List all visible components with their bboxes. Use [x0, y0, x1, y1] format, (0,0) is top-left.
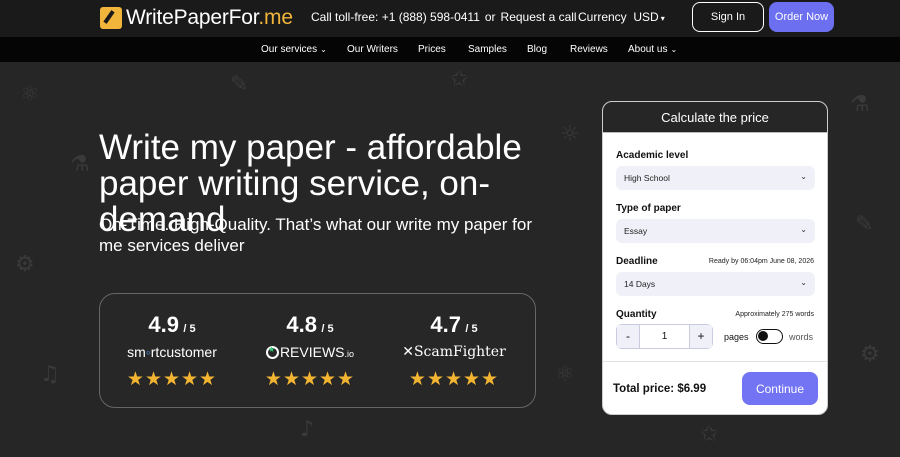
chevron-down-icon: ⌄ — [670, 45, 678, 54]
quantity-label: Quantity — [616, 309, 657, 320]
caret-down-icon: ▾ — [660, 14, 665, 23]
continue-button[interactable]: Continue — [742, 372, 818, 405]
phone-link[interactable]: Call toll-free: +1 (888) 598-0411 — [311, 10, 480, 24]
divider — [603, 361, 827, 362]
rating-score: 4.9 — [148, 312, 179, 337]
music-doodle-icon: ♫ — [40, 362, 60, 387]
nav-our-writers[interactable]: Our Writers — [347, 44, 398, 55]
currency-value: USD — [633, 10, 659, 24]
flask-doodle-icon: ⚗ — [70, 152, 90, 177]
gear-doodle-icon: ⚙ — [860, 342, 880, 367]
rating-outof: / 5 — [183, 323, 196, 335]
logo-text: WritePaperFor.me — [126, 6, 293, 29]
toggle-knob — [758, 331, 768, 341]
rating-reviewsio[interactable]: 4.8 / 5 REVIEWS.io ★★★★★ — [250, 312, 370, 391]
rating-scamfighter[interactable]: 4.7 / 5 ✕ScamFighter ★★★★★ — [394, 312, 514, 391]
nav-our-services[interactable]: Our services ⌄ — [261, 44, 327, 55]
rating-outof: / 5 — [321, 323, 334, 335]
crossed-swords-icon: ✕ — [402, 344, 414, 360]
hero-subtitle: On-Time. High-Quality. That’s what our w… — [99, 215, 533, 255]
atom-doodle-icon: ⚛ — [555, 362, 575, 387]
nav-about-us[interactable]: About us ⌄ — [628, 44, 677, 55]
pages-words-toggle[interactable] — [756, 329, 783, 344]
unit-words-label: words — [789, 332, 814, 342]
paper-type-label: Type of paper — [616, 203, 681, 214]
smartcustomer-logo: sm◦rtcustomer — [127, 344, 217, 360]
site-logo[interactable]: WritePaperFor.me — [100, 6, 293, 30]
music-doodle-icon: ♪ — [300, 417, 315, 442]
reviewsio-logo: REVIEWS.io — [250, 344, 370, 362]
deadline-label: Deadline — [616, 256, 658, 267]
price-calculator: Calculate the price Academic level High … — [602, 101, 828, 415]
deadline-note: Ready by 06:04pm June 08, 2026 — [708, 258, 814, 265]
scamfighter-logo: ✕ScamFighter — [402, 344, 506, 360]
rating-sitejabber[interactable]: 4.9 / 5 sm◦rtcustomer ★★★★★ — [112, 312, 232, 391]
top-header: WritePaperFor.me Call toll-free: +1 (888… — [0, 0, 900, 37]
chevron-down-icon: ⌄ — [800, 278, 807, 287]
quantity-stepper: - 1 + — [616, 324, 713, 349]
star-rating-icon: ★★★★★ — [408, 369, 500, 390]
quantity-note: Approximately 275 words — [735, 311, 814, 318]
chevron-down-icon: ⌄ — [800, 225, 807, 234]
currency-label: Currency — [578, 10, 627, 24]
total-price: Total price: $6.99 — [613, 383, 707, 395]
hero-section: ⚛ ⚗ ⚙ ♫ ✎ ✩ ☼ ⚛ ⚗ ✎ ⚙ ♪ ✩ Write my paper… — [0, 62, 900, 457]
contact-info: Call toll-free: +1 (888) 598-0411 or Reque… — [311, 10, 577, 24]
sign-in-button[interactable]: Sign In — [692, 2, 764, 32]
pencil-doodle-icon: ✎ — [855, 212, 874, 237]
request-call-link[interactable]: Request a call — [501, 10, 577, 24]
main-nav: Our services ⌄ Our Writers Prices Samples… — [0, 37, 900, 62]
gear-doodle-icon: ⚙ — [15, 252, 35, 277]
unit-pages-label: pages — [724, 332, 749, 342]
decrement-button[interactable]: - — [617, 325, 639, 348]
atom-doodle-icon: ⚛ — [20, 82, 40, 107]
flask-doodle-icon: ⚗ — [850, 92, 870, 117]
pencil-doodle-icon: ✎ — [230, 72, 249, 97]
academic-level-label: Academic level — [616, 150, 689, 161]
star-doodle-icon: ✩ — [700, 422, 719, 447]
nav-samples[interactable]: Samples — [468, 44, 507, 55]
quantity-input[interactable]: 1 — [639, 325, 690, 348]
calculator-title: Calculate the price — [603, 102, 827, 133]
currency-selector[interactable]: Currency USD ▾ — [578, 10, 665, 24]
increment-button[interactable]: + — [690, 325, 712, 348]
rating-score: 4.8 — [286, 312, 317, 337]
paper-type-select[interactable]: Essay ⌄ — [616, 219, 815, 243]
pen-logo-icon — [100, 7, 122, 29]
star-rating-icon: ★★★★★ — [264, 369, 356, 390]
nav-blog[interactable]: Blog — [527, 44, 547, 55]
deadline-select[interactable]: 14 Days ⌄ — [616, 272, 815, 296]
or-text: or — [484, 10, 496, 24]
order-now-button[interactable]: Order Now — [769, 2, 834, 32]
star-rating-icon: ★★★★★ — [126, 369, 218, 390]
star-doodle-icon: ✩ — [450, 67, 469, 92]
ratings-box: 4.9 / 5 sm◦rtcustomer ★★★★★ 4.8 / 5 REVI… — [99, 293, 536, 408]
rating-outof: / 5 — [465, 323, 478, 335]
nav-reviews[interactable]: Reviews — [570, 44, 608, 55]
chevron-down-icon: ⌄ — [320, 45, 327, 54]
academic-level-select[interactable]: High School ⌄ — [616, 166, 815, 190]
rating-score: 4.7 — [430, 312, 461, 337]
nav-prices[interactable]: Prices — [418, 44, 446, 55]
star-circle-icon — [265, 345, 279, 359]
chevron-down-icon: ⌄ — [800, 172, 807, 181]
